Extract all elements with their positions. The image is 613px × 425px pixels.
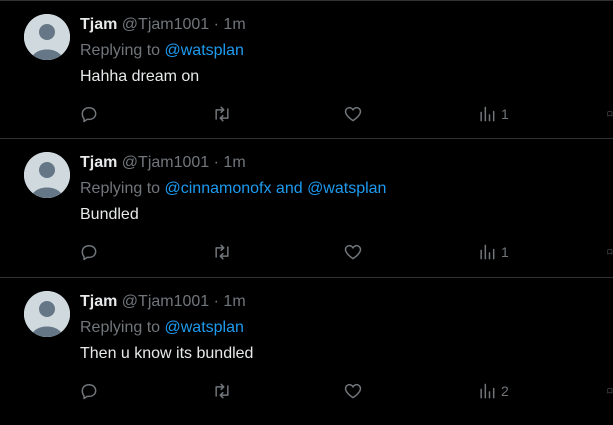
reply-icon [81,107,97,123]
views-icon [480,106,495,122]
display-name[interactable]: Tjam [80,293,117,310]
user-handle[interactable]: @Tjam1001 [122,154,209,171]
tweet-header: Tjam @Tjam1001 · 1m [80,15,246,35]
retweet-icon [215,244,229,260]
tweet[interactable]: Tjam @Tjam1001 · 1m Replying to @cinnamo… [0,139,613,278]
views-count: 1 [501,106,509,122]
separator-dot: · [213,293,219,310]
mention-link[interactable]: @watsplan [165,42,244,59]
reply-icon [81,245,97,261]
views-icon [480,383,495,399]
views-count: 2 [501,383,509,399]
bookmark-button[interactable] [607,102,613,126]
tweet-header: Tjam @Tjam1001 · 1m [80,292,246,312]
tweet-text: Hahha dream on [80,68,200,85]
tweet-header: Tjam @Tjam1001 · 1m [80,153,246,173]
separator-dot: · [213,154,219,171]
retweet-button[interactable] [212,240,232,264]
avatar[interactable] [24,291,70,337]
retweet-button[interactable] [212,102,232,126]
tweet-feed: Tjam @Tjam1001 · 1m Replying to @watspla… [0,0,613,416]
tweet-text: Bundled [80,206,139,223]
mention-link[interactable]: @watsplan [165,319,244,336]
like-button[interactable] [343,379,363,403]
user-handle[interactable]: @Tjam1001 [122,16,209,33]
replying-to: Replying to @watsplan [80,41,244,61]
reply-button[interactable] [79,240,99,264]
views-icon [480,244,495,260]
bookmark-button[interactable] [607,240,613,264]
timestamp[interactable]: 1m [223,154,245,171]
avatar[interactable] [24,152,70,198]
views-count: 1 [501,244,509,260]
tweet-text: Then u know its bundled [80,345,254,362]
reply-icon [81,384,97,400]
separator-dot: · [213,16,219,33]
timestamp[interactable]: 1m [223,293,245,310]
retweet-icon [215,383,229,399]
timestamp[interactable]: 1m [223,16,245,33]
heart-icon [344,106,362,122]
replying-to-label: Replying to [80,42,165,59]
replying-to: Replying to @cinnamonofx and @watsplan [80,179,386,199]
mention-link[interactable]: @watsplan [307,180,386,197]
default-avatar-icon [24,14,70,60]
bookmark-icon [607,249,613,255]
like-button[interactable] [343,102,363,126]
mention-link[interactable]: @cinnamonofx [165,180,272,197]
retweet-button[interactable] [212,379,232,403]
display-name[interactable]: Tjam [80,16,117,33]
bookmark-icon [607,388,613,394]
tweet-actions: 1 [78,102,613,126]
retweet-icon [215,106,229,122]
like-button[interactable] [343,240,363,264]
views-button[interactable]: 1 [477,102,509,126]
tweet-actions: 1 [78,240,613,264]
avatar[interactable] [24,14,70,60]
bookmark-button[interactable] [607,379,613,403]
bookmark-icon [607,111,613,117]
reply-button[interactable] [79,379,99,403]
default-avatar-icon [24,291,70,337]
mention-joiner: and [271,180,308,197]
reply-button[interactable] [79,102,99,126]
views-button[interactable]: 1 [477,240,509,264]
display-name[interactable]: Tjam [80,154,117,171]
replying-to: Replying to @watsplan [80,318,244,338]
replying-to-label: Replying to [80,180,165,197]
tweet-actions: 2 [78,379,613,403]
default-avatar-icon [24,152,70,198]
user-handle[interactable]: @Tjam1001 [122,293,209,310]
tweet[interactable]: Tjam @Tjam1001 · 1m Replying to @watspla… [0,0,613,139]
tweet[interactable]: Tjam @Tjam1001 · 1m Replying to @watspla… [0,278,613,416]
heart-icon [344,383,362,399]
replying-to-label: Replying to [80,319,165,336]
heart-icon [344,244,362,260]
views-button[interactable]: 2 [477,379,509,403]
